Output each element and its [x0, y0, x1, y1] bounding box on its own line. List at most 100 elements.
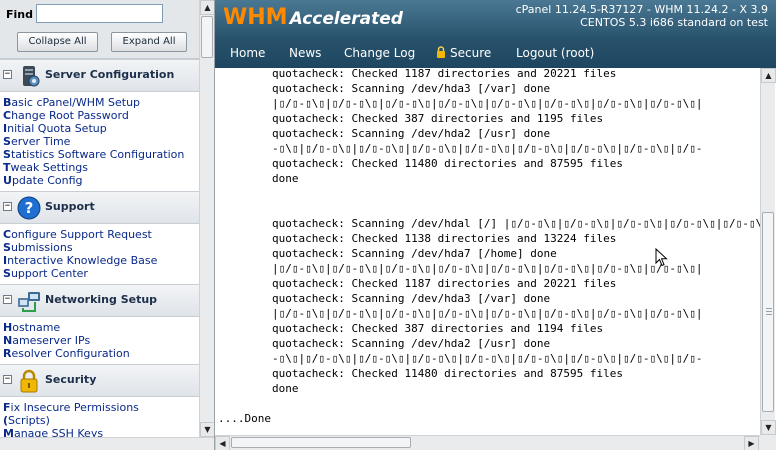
console-line: quotacheck: Scanning /dev/hda2 [/usr] do… — [272, 337, 551, 350]
console-line: ....Done — [218, 412, 271, 425]
menu-link[interactable]: Interactive Knowledge Base — [3, 254, 199, 267]
lock-icon — [437, 46, 445, 58]
console-line: |▯/▯-▯\▯|▯/▯-▯\▯|▯/▯-▯\▯|▯/▯-▯\▯|▯/▯-▯\▯… — [272, 307, 703, 320]
menu-link-initial: S — [3, 148, 11, 161]
scroll-down-arrow-icon[interactable]: ▼ — [200, 422, 214, 437]
scroll-up-arrow-icon[interactable]: ▲ — [200, 0, 214, 15]
menu-link-text: Scripts) — [8, 414, 50, 427]
section-title: Security — [45, 373, 97, 386]
main-scroll-thumb[interactable] — [762, 212, 774, 412]
menu-link-initial: M — [3, 427, 14, 437]
console-line: quotacheck: Scanning /dev/hda3 [/var] do… — [272, 292, 551, 305]
menu-link-initial: S — [3, 267, 11, 280]
section-header[interactable]: − Networking Setup — [0, 284, 199, 317]
main-frame: WHM Accelerated cPanel 11.24.5-R37127 - W… — [215, 0, 776, 450]
menu-link-initial: T — [3, 161, 11, 174]
left-vertical-scrollbar[interactable]: ▲ ▼ — [199, 0, 214, 437]
left-scroll-thumb[interactable] — [201, 16, 213, 58]
console-line: quotacheck: Scanning /dev/hda3 [/var] do… — [272, 82, 551, 95]
nav-news-link[interactable]: News — [289, 46, 321, 60]
collapse-toggle-icon[interactable]: − — [3, 295, 12, 304]
menu-link[interactable]: Change Root Password — [3, 109, 199, 122]
section-header[interactable]: − Security — [0, 364, 199, 397]
console-line: -▯\▯|▯/▯-▯\▯|▯/▯-▯\▯|▯/▯-▯\▯|▯/▯-▯\▯|▯/▯… — [272, 142, 703, 155]
menu-link[interactable]: Hostname — [3, 321, 199, 334]
nav-logout-link[interactable]: Logout (root) — [516, 46, 594, 60]
menu-link[interactable]: Support Center — [3, 267, 199, 280]
support-icon: ? — [16, 195, 42, 221]
find-input[interactable] — [36, 4, 163, 23]
logo-whm-text: WHM — [223, 5, 288, 30]
console-line: quotacheck: Scanning /dev/hdal [/] |▯/▯-… — [272, 217, 760, 230]
menu-link[interactable]: Nameserver IPs — [3, 334, 199, 347]
menu-link[interactable]: (Scripts) — [3, 414, 199, 427]
menu-link-text: hange Root Password — [11, 109, 129, 122]
console-output: quotacheck: Checked 1187 directories and… — [215, 68, 760, 435]
console-line: quotacheck: Scanning /dev/hda7 [/home] d… — [272, 247, 557, 260]
left-navigation-content: Find Collapse All Expand All − Server Con… — [0, 0, 199, 437]
menu-link[interactable]: Server Time — [3, 135, 199, 148]
left-horizontal-scrollbar[interactable] — [0, 437, 214, 450]
menu-link[interactable]: Submissions — [3, 241, 199, 254]
menu-link[interactable]: Configure Support Request — [3, 228, 199, 241]
menu-link-initial: H — [3, 321, 13, 334]
menu-link-text: asic cPanel/WHM Setup — [11, 96, 141, 109]
section-header[interactable]: −? Support — [0, 191, 199, 224]
scroll-right-arrow-icon[interactable]: ▶ — [744, 436, 759, 450]
menu-link-text: upport Center — [10, 267, 88, 280]
collapse-toggle-icon[interactable]: − — [3, 202, 12, 211]
menu-link-initial: N — [3, 334, 13, 347]
console-line: done — [272, 382, 299, 395]
nav-secure-link[interactable]: Secure — [436, 46, 491, 60]
nav-secure-label: Secure — [450, 46, 492, 60]
padlock-icon — [16, 368, 42, 394]
menu-link-initial: C — [3, 109, 12, 122]
menu-link-initial: C — [3, 228, 12, 241]
scrollbar-corner — [760, 435, 776, 450]
whm-header: WHM Accelerated cPanel 11.24.5-R37127 - W… — [215, 0, 776, 68]
menu-link[interactable]: Manage SSH Keys — [3, 427, 199, 437]
main-horizontal-scrollbar[interactable]: ◀ ▶ — [215, 435, 760, 450]
menu-link[interactable]: Initial Quota Setup — [3, 122, 199, 135]
top-navigation: Home News Change Log Secure Logout (root… — [215, 40, 776, 68]
menu-link-text: nteractive Knowledge Base — [7, 254, 158, 267]
expand-all-button[interactable]: Expand All — [111, 32, 187, 52]
console-line: quotacheck: Checked 387 directories and … — [272, 322, 604, 335]
section-link-list: Configure Support Request Submissions Inte… — [0, 224, 199, 284]
menu-link-text: nitial Quota Setup — [7, 122, 107, 135]
menu-link-text: tatistics Software Configuration — [10, 148, 185, 161]
menu-link-text: weak Settings — [10, 161, 89, 174]
console-line: quotacheck: Checked 1187 directories and… — [272, 277, 617, 290]
main-hscroll-thumb[interactable] — [231, 437, 411, 448]
console-line: done — [272, 172, 299, 185]
console-line: -▯\▯|▯/▯-▯\▯|▯/▯-▯\▯|▯/▯-▯\▯|▯/▯-▯\▯|▯/▯… — [272, 352, 703, 365]
menu-link[interactable]: Update Config — [3, 174, 199, 187]
menu-link[interactable]: Statistics Software Configuration — [3, 148, 199, 161]
section-link-list: Basic cPanel/WHM Setup Change Root Passwo… — [0, 92, 199, 191]
menu-link[interactable]: Tweak Settings — [3, 161, 199, 174]
menu-link-text: anage SSH Keys — [13, 427, 104, 437]
menu-link-text: ix Insecure Permissions — [10, 401, 139, 414]
console-line: |▯/▯-▯\▯|▯/▯-▯\▯|▯/▯-▯\▯|▯/▯-▯\▯|▯/▯-▯\▯… — [272, 97, 703, 110]
menu-link-initial: S — [3, 241, 11, 254]
section-title: Networking Setup — [45, 293, 158, 306]
section-title: Support — [45, 200, 95, 213]
os-info-line: CENTOS 5.3 i686 standard on test — [580, 16, 768, 29]
collapse-toggle-icon[interactable]: − — [3, 70, 12, 79]
scroll-down-arrow-icon[interactable]: ▼ — [761, 420, 776, 435]
scroll-up-arrow-icon[interactable]: ▲ — [761, 68, 776, 83]
menu-link[interactable]: Fix Insecure Permissions — [3, 401, 199, 414]
collapse-toggle-icon[interactable]: − — [3, 375, 12, 384]
nav-changelog-link[interactable]: Change Log — [344, 46, 415, 60]
scroll-left-arrow-icon[interactable]: ◀ — [215, 436, 230, 450]
menu-link[interactable]: Resolver Configuration — [3, 347, 199, 360]
section-header[interactable]: − Server Configuration — [0, 59, 199, 92]
console-lines: quotacheck: Checked 1187 directories and… — [215, 68, 760, 426]
menu-link[interactable]: Basic cPanel/WHM Setup — [3, 96, 199, 109]
collapse-all-button[interactable]: Collapse All — [17, 32, 98, 52]
main-vertical-scrollbar[interactable]: ▲ ▼ — [760, 68, 776, 435]
nav-home-link[interactable]: Home — [230, 46, 265, 60]
